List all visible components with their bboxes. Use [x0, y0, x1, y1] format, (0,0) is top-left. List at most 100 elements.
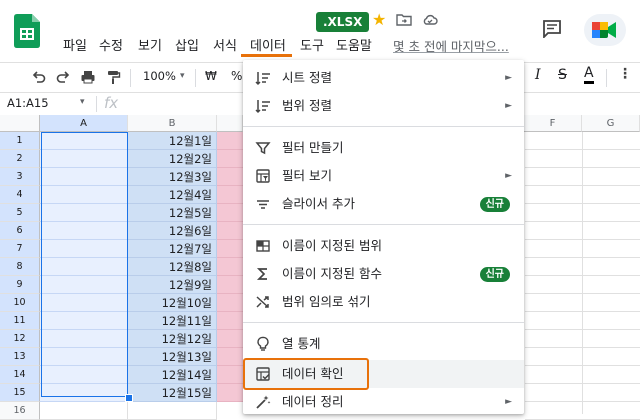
menu-item-label: 이름이 지정된 함수 [282, 266, 382, 281]
cell-c[interactable] [217, 150, 243, 168]
cell-c[interactable] [217, 204, 243, 222]
cell-b[interactable]: 12월9일 [128, 276, 217, 294]
comment-history-icon[interactable] [542, 20, 562, 38]
cell-b[interactable]: 12월3일 [128, 168, 217, 186]
strikethrough-icon[interactable]: S [558, 67, 567, 83]
star-icon[interactable]: ★ [372, 10, 386, 29]
menu-item-label: 필터 만들기 [282, 140, 344, 155]
column-header-g[interactable]: G [582, 115, 640, 132]
row-header[interactable]: 13 [0, 348, 40, 366]
cell-b[interactable]: 12월11일 [128, 312, 217, 330]
sigma-icon [256, 268, 267, 280]
sheets-logo-icon[interactable] [14, 14, 40, 48]
row-header[interactable]: 15 [0, 384, 40, 402]
percent-format-button[interactable]: % [231, 69, 242, 83]
menu-format[interactable]: 서식 [213, 37, 237, 57]
cell-c[interactable] [217, 258, 243, 276]
cell-b[interactable]: 12월13일 [128, 348, 217, 366]
menu-item-sort-range[interactable]: 범위 정렬 ► [243, 92, 524, 120]
filter-view-icon [256, 169, 270, 183]
menu-item-randomize-range[interactable]: 범위 임의로 섞기 [243, 288, 524, 316]
move-folder-icon[interactable] [396, 12, 412, 28]
menu-insert[interactable]: 삽입 [175, 37, 199, 57]
text-color-icon[interactable]: A [584, 65, 594, 84]
menu-file[interactable]: 파일 [63, 37, 87, 57]
row-header[interactable]: 14 [0, 366, 40, 384]
cell-c[interactable] [217, 222, 243, 240]
menu-item-named-ranges[interactable]: 이름이 지정된 범위 [243, 232, 524, 260]
cell-b[interactable]: 12월10일 [128, 294, 217, 312]
italic-icon[interactable]: I [535, 67, 541, 83]
cell-b[interactable]: 12월8일 [128, 258, 217, 276]
menu-item-named-functions[interactable]: 이름이 지정된 함수 신규 [243, 260, 524, 288]
menu-help[interactable]: 도움말 [336, 37, 372, 57]
cell-b[interactable]: 12월2일 [128, 150, 217, 168]
cell-c[interactable] [217, 330, 243, 348]
menu-item-column-stats[interactable]: 열 통계 [243, 330, 524, 358]
menu-item-sort-sheet[interactable]: 시트 정렬 ► [243, 64, 524, 92]
menu-item-data-cleanup[interactable]: 데이터 정리 ► [243, 388, 524, 416]
cell-c[interactable] [217, 348, 243, 366]
cell-c[interactable] [217, 366, 243, 384]
row-header[interactable]: 5 [0, 204, 40, 222]
zoom-select[interactable]: 100% [143, 69, 176, 83]
column-header-b[interactable]: B [128, 115, 217, 132]
cell-b[interactable]: 12월6일 [128, 222, 217, 240]
row-header[interactable]: 16 [0, 402, 40, 420]
cell-b[interactable]: 12월14일 [128, 366, 217, 384]
column-header-a[interactable]: A [40, 115, 128, 132]
menu-item-filter-view[interactable]: 필터 보기 ► [243, 162, 524, 190]
meet-button[interactable] [584, 14, 626, 46]
undo-icon[interactable] [31, 69, 47, 85]
row-header[interactable]: 3 [0, 168, 40, 186]
menu-tools[interactable]: 도구 [300, 37, 324, 57]
fill-handle[interactable] [125, 394, 133, 402]
cell-b[interactable]: 12월15일 [128, 384, 217, 402]
row-header[interactable]: 7 [0, 240, 40, 258]
menu-edit[interactable]: 수정 [99, 37, 123, 57]
lightbulb-icon [257, 336, 269, 351]
select-all-corner[interactable] [0, 115, 40, 132]
cloud-status-icon[interactable] [422, 12, 438, 28]
cell-b[interactable]: 12월4일 [128, 186, 217, 204]
cell-b[interactable]: 12월5일 [128, 204, 217, 222]
menu-item-add-slicer[interactable]: 슬라이서 추가 신규 [243, 190, 524, 218]
row-header[interactable]: 12 [0, 330, 40, 348]
row-header[interactable]: 6 [0, 222, 40, 240]
print-icon[interactable] [80, 69, 96, 85]
cell-c[interactable] [217, 384, 243, 402]
last-edit-link[interactable]: 몇 초 전에 마지막으... [393, 37, 509, 57]
paint-format-icon[interactable] [105, 69, 121, 85]
cell-b[interactable]: 12월1일 [128, 132, 217, 150]
menu-item-create-filter[interactable]: 필터 만들기 [243, 134, 524, 162]
toolbar-divider [195, 69, 196, 87]
cell-b[interactable]: 12월7일 [128, 240, 217, 258]
row-header[interactable]: 1 [0, 132, 40, 150]
name-box[interactable]: A1:A15 [7, 96, 49, 110]
row-header[interactable]: 8 [0, 258, 40, 276]
cell-c[interactable] [217, 276, 243, 294]
cell-c[interactable] [217, 294, 243, 312]
row-header[interactable]: 2 [0, 150, 40, 168]
cell[interactable] [128, 402, 217, 420]
currency-format-button[interactable]: ₩ [205, 69, 217, 83]
column-header-f[interactable]: F [524, 115, 582, 132]
column-header-c[interactable] [217, 115, 243, 132]
more-icon[interactable]: ⋮ [618, 66, 632, 82]
cell-c[interactable] [217, 312, 243, 330]
toolbar-divider [130, 69, 131, 87]
cell-b[interactable]: 12월12일 [128, 330, 217, 348]
cell-c[interactable] [217, 132, 243, 150]
menu-view[interactable]: 보기 [138, 37, 162, 57]
redo-icon[interactable] [55, 69, 71, 85]
cell-c[interactable] [217, 186, 243, 204]
menu-item-label: 이름이 지정된 범위 [282, 238, 382, 253]
new-badge: 신규 [479, 267, 510, 282]
row-header[interactable]: 11 [0, 312, 40, 330]
row-header[interactable]: 10 [0, 294, 40, 312]
cell-c[interactable] [217, 240, 243, 258]
cell-c[interactable] [217, 168, 243, 186]
row-header[interactable]: 4 [0, 186, 40, 204]
row-header[interactable]: 9 [0, 276, 40, 294]
cell[interactable] [40, 402, 128, 420]
